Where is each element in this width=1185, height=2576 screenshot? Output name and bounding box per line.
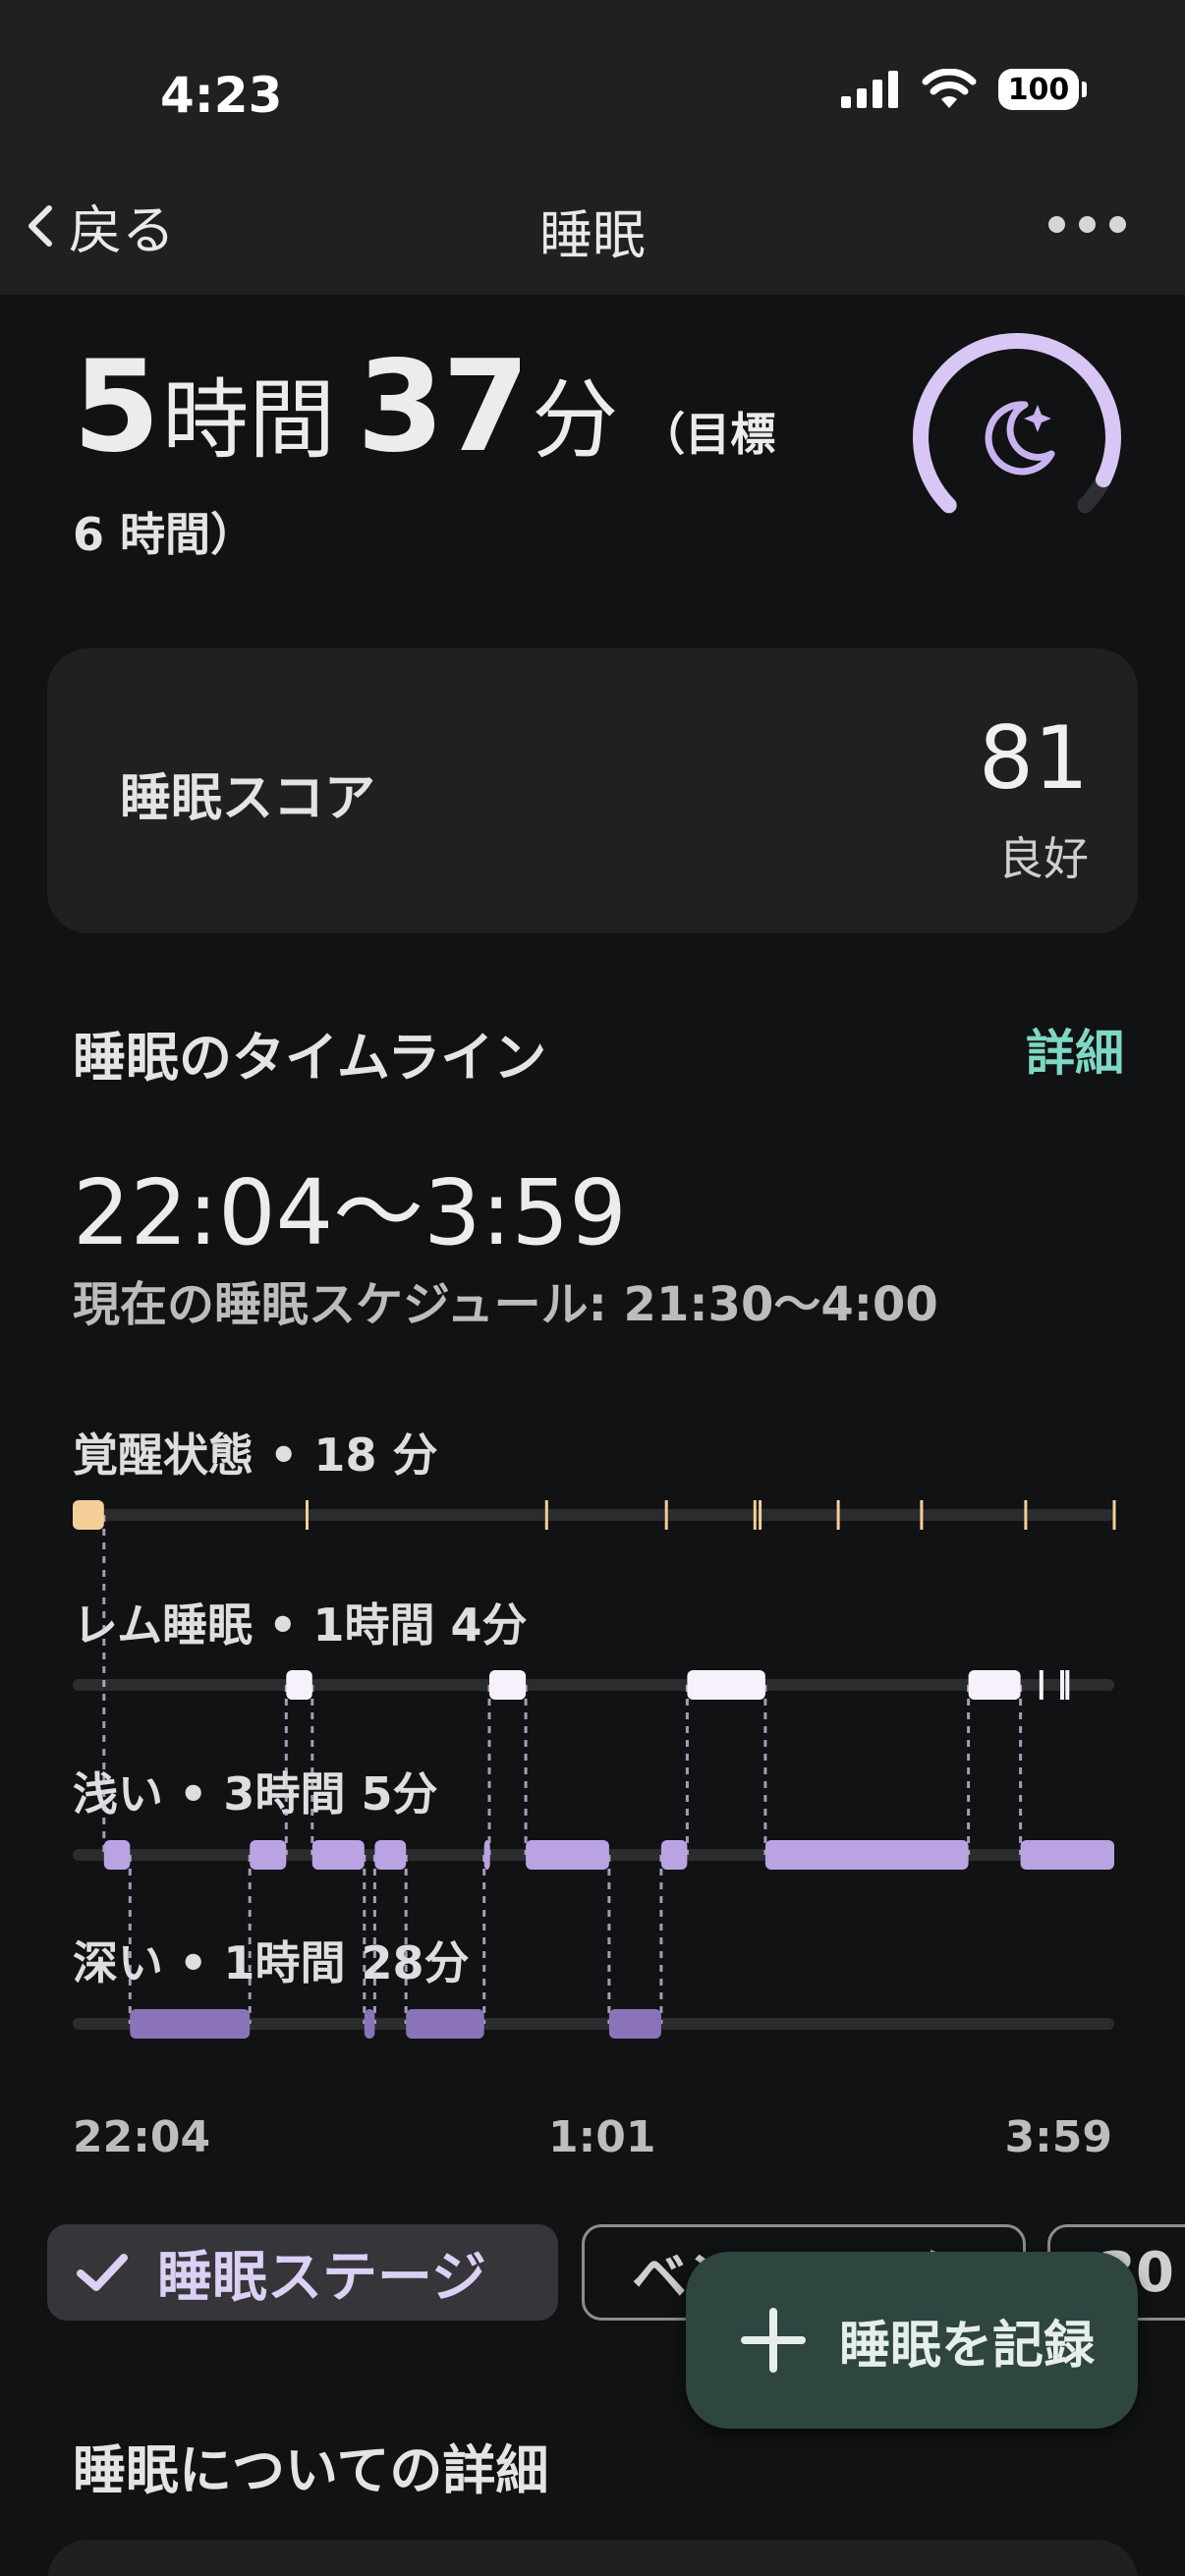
sleep-hypnogram	[73, 1500, 1116, 2039]
more-dots-icon	[1048, 216, 1065, 233]
more-options-button[interactable]	[1048, 216, 1126, 233]
moon-stars-icon	[985, 401, 1055, 476]
axis-start: 22:04	[73, 2112, 211, 2162]
score-value: 81	[979, 707, 1089, 809]
chip-sleep-stages-label: 睡眠ステージ	[157, 2245, 486, 2310]
stage-segment-14	[687, 1670, 765, 1700]
stage-segment-12	[608, 2009, 661, 2039]
goal-ring-progress	[913, 333, 1121, 514]
sleep-details-title: 睡眠についての詳細	[73, 2439, 549, 2501]
axis-end: 3:59	[1004, 2112, 1112, 2162]
log-sleep-label: 睡眠を記録	[839, 2316, 1096, 2376]
stage-segment-0	[73, 1500, 104, 1530]
rem-tick-0	[1039, 1670, 1044, 1700]
duration-hours: 5	[73, 334, 160, 480]
page-title: 睡眠	[539, 204, 646, 266]
awake-tick-4	[759, 1500, 762, 1530]
stage-segment-4	[286, 1670, 312, 1700]
awake-tick-5	[836, 1500, 840, 1530]
top-bar: 4:23 100 戻る 睡眠	[0, 0, 1185, 295]
sleep-schedule: 現在の睡眠スケジュール: 21:30〜4:00	[73, 1277, 938, 1332]
awake-tick-1	[544, 1500, 548, 1530]
awake-tick-8	[1112, 1500, 1116, 1530]
duration-hours-unit: 時間	[162, 369, 336, 471]
stage-segment-2	[130, 2009, 251, 2039]
check-icon	[77, 2254, 128, 2291]
stage-segment-10	[489, 1670, 527, 1700]
stage-segment-3	[250, 1840, 287, 1870]
status-icons: 100	[841, 69, 1087, 110]
stage-segment-1	[103, 1840, 131, 1870]
timeline-title: 睡眠のタイムライン	[73, 1027, 547, 1089]
score-rating: 良好	[998, 832, 1089, 885]
sleep-goal-ring	[913, 333, 1121, 514]
log-sleep-button[interactable]: 睡眠を記録	[686, 2252, 1138, 2429]
rem-tick-1	[1060, 1670, 1064, 1700]
stage-segment-7	[374, 1840, 407, 1870]
sleep-score-card[interactable]: 睡眠スコア 81 良好	[47, 648, 1138, 933]
duration-minutes: 37	[357, 334, 530, 480]
duration-goal-cont: 6 時間）	[73, 508, 256, 561]
stage-segment-17	[1020, 1840, 1114, 1870]
stage-track-0	[73, 1509, 1114, 1521]
stage-segment-15	[764, 1840, 969, 1870]
timeline-detail-link[interactable]: 詳細	[1026, 1014, 1124, 1085]
status-time: 4:23	[160, 67, 283, 124]
awake-tick-6	[920, 1500, 924, 1530]
stage-segment-5	[311, 1840, 365, 1870]
timeline-range: 22:04〜3:59	[73, 1160, 627, 1265]
stage-segment-13	[660, 1840, 688, 1870]
sleep-details-card	[47, 2540, 1138, 2576]
stage-segment-6	[364, 2009, 375, 2039]
awake-tick-3	[753, 1500, 757, 1530]
stage-segment-8	[406, 2009, 484, 2039]
battery-indicator: 100	[998, 69, 1087, 110]
stage-segment-9	[483, 1840, 490, 1870]
stage-segment-11	[526, 1840, 609, 1870]
stage-track-1	[73, 1679, 1114, 1691]
duration-goal: （目標	[640, 408, 776, 461]
score-label: 睡眠スコア	[120, 769, 376, 828]
sleep-duration: 5時間 37分 （目標	[73, 334, 775, 480]
awake-tick-0	[306, 1500, 309, 1530]
wifi-icon	[922, 69, 977, 108]
axis-mid: 1:01	[548, 2112, 656, 2162]
awake-tick-7	[1024, 1500, 1028, 1530]
duration-minutes-unit: 分	[532, 369, 619, 471]
stage-segment-16	[968, 1670, 1021, 1700]
rem-tick-2	[1065, 1670, 1070, 1700]
cellular-signal-icon	[841, 71, 898, 108]
plus-icon	[741, 2308, 806, 2373]
chip-sleep-stages[interactable]: 睡眠ステージ	[47, 2224, 558, 2321]
awake-tick-2	[664, 1500, 668, 1530]
